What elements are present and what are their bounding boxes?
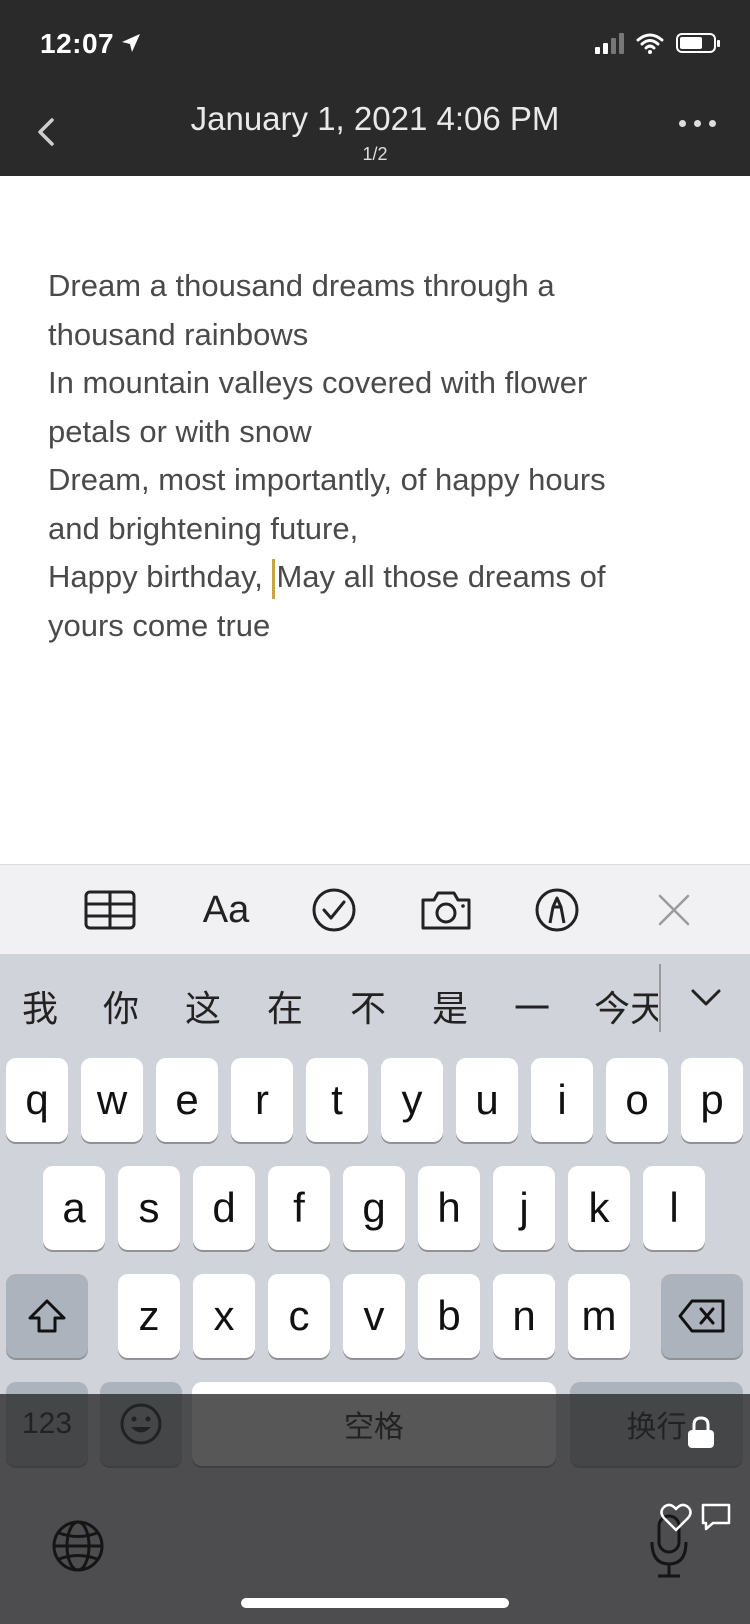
key-v[interactable]: v bbox=[343, 1274, 405, 1358]
text-after-cursor: May all those dreams of bbox=[276, 559, 606, 594]
dot-icon bbox=[694, 120, 701, 127]
home-indicator[interactable] bbox=[241, 1598, 509, 1608]
note-line: petals or with snow bbox=[48, 413, 312, 449]
status-indicators bbox=[595, 32, 720, 54]
text-cursor bbox=[272, 558, 276, 599]
key-a[interactable]: a bbox=[43, 1166, 105, 1250]
dot-icon bbox=[709, 120, 716, 127]
comment-icon[interactable] bbox=[700, 1502, 732, 1532]
backspace-icon bbox=[678, 1299, 725, 1333]
note-line: Dream, most importantly, of happy hours bbox=[48, 462, 606, 497]
candidate-divider bbox=[659, 964, 661, 1032]
text-format-button[interactable]: Aa bbox=[196, 885, 256, 935]
candidate-word[interactable]: 不 bbox=[350, 980, 386, 1032]
key-h[interactable]: h bbox=[418, 1166, 480, 1250]
key-b[interactable]: b bbox=[418, 1274, 480, 1358]
key-t[interactable]: t bbox=[306, 1058, 368, 1142]
globe-icon bbox=[52, 1520, 104, 1572]
key-y[interactable]: y bbox=[381, 1058, 443, 1142]
chevron-down-icon bbox=[691, 989, 721, 1006]
key-l[interactable]: l bbox=[643, 1166, 705, 1250]
globe-button[interactable] bbox=[50, 1518, 106, 1574]
status-time: 12:07 bbox=[40, 28, 115, 59]
checklist-icon bbox=[312, 888, 356, 932]
note-line-with-cursor: Happy birthday, May all those dreams of bbox=[48, 553, 708, 602]
key-k[interactable]: k bbox=[568, 1166, 630, 1250]
candidate-word[interactable]: 今天 bbox=[594, 980, 658, 1032]
formatting-toolbar: Aa bbox=[0, 864, 750, 955]
key-f[interactable]: f bbox=[268, 1166, 330, 1250]
camera-icon bbox=[421, 891, 471, 930]
key-s[interactable]: s bbox=[118, 1166, 180, 1250]
bottom-overlay bbox=[0, 1394, 750, 1624]
candidate-word[interactable]: 这 bbox=[185, 980, 221, 1032]
lock-icon bbox=[688, 1416, 714, 1448]
dot-icon bbox=[679, 120, 686, 127]
page-indicator: 1/2 bbox=[362, 144, 388, 164]
camera-button[interactable] bbox=[418, 885, 474, 935]
key-g[interactable]: g bbox=[343, 1166, 405, 1250]
candidate-word[interactable]: 你 bbox=[103, 980, 139, 1032]
battery-icon bbox=[676, 33, 720, 53]
key-p[interactable]: p bbox=[681, 1058, 743, 1142]
note-title: January 1, 2021 4:06 PM bbox=[190, 100, 560, 137]
note-text-area[interactable]: Dream a thousand dreams through a thousa… bbox=[48, 262, 708, 650]
candidate-word[interactable]: 一 bbox=[514, 980, 550, 1032]
key-c[interactable]: c bbox=[268, 1274, 330, 1358]
table-button[interactable] bbox=[82, 885, 138, 935]
candidate-word[interactable]: 在 bbox=[267, 980, 303, 1032]
more-options-button[interactable] bbox=[679, 120, 716, 127]
note-line: and brightening future, bbox=[48, 510, 359, 546]
text-before-cursor: Happy birthday, bbox=[48, 559, 272, 594]
close-icon bbox=[658, 894, 690, 926]
note-line: thousand rainbows bbox=[48, 316, 309, 352]
note-header: January 1, 2021 4:06 PM 1/2 bbox=[0, 88, 750, 176]
cellular-signal-icon bbox=[595, 32, 624, 54]
candidate-word[interactable]: 是 bbox=[432, 980, 468, 1032]
close-toolbar-button[interactable] bbox=[654, 885, 694, 935]
key-u[interactable]: u bbox=[456, 1058, 518, 1142]
status-bar: 12:07 bbox=[0, 0, 750, 88]
key-w[interactable]: w bbox=[81, 1058, 143, 1142]
note-line: yours come true bbox=[48, 607, 271, 643]
location-arrow-icon bbox=[120, 32, 142, 59]
shift-key[interactable] bbox=[6, 1274, 88, 1358]
wifi-icon bbox=[636, 33, 664, 54]
key-d[interactable]: d bbox=[193, 1166, 255, 1250]
candidate-word[interactable]: 我 bbox=[22, 980, 58, 1032]
key-q[interactable]: q bbox=[6, 1058, 68, 1142]
key-o[interactable]: o bbox=[606, 1058, 668, 1142]
key-n[interactable]: n bbox=[493, 1274, 555, 1358]
checklist-button[interactable] bbox=[310, 885, 358, 935]
key-m[interactable]: m bbox=[568, 1274, 630, 1358]
candidate-bar: 我 你 这 在 不 是 一 今天 bbox=[0, 954, 750, 1054]
key-i[interactable]: i bbox=[531, 1058, 593, 1142]
key-x[interactable]: x bbox=[193, 1274, 255, 1358]
expand-candidates-button[interactable] bbox=[688, 986, 724, 1015]
key-e[interactable]: e bbox=[156, 1058, 218, 1142]
note-line: Dream a thousand dreams through a bbox=[48, 268, 555, 303]
delete-key[interactable] bbox=[661, 1274, 743, 1358]
markup-button[interactable] bbox=[533, 885, 581, 935]
heart-icon[interactable] bbox=[660, 1502, 692, 1532]
key-z[interactable]: z bbox=[118, 1274, 180, 1358]
key-r[interactable]: r bbox=[231, 1058, 293, 1142]
markup-pen-icon bbox=[535, 888, 579, 932]
key-j[interactable]: j bbox=[493, 1166, 555, 1250]
note-line: In mountain valleys covered with flower bbox=[48, 365, 588, 400]
table-icon bbox=[84, 890, 136, 930]
shift-icon bbox=[28, 1299, 66, 1333]
